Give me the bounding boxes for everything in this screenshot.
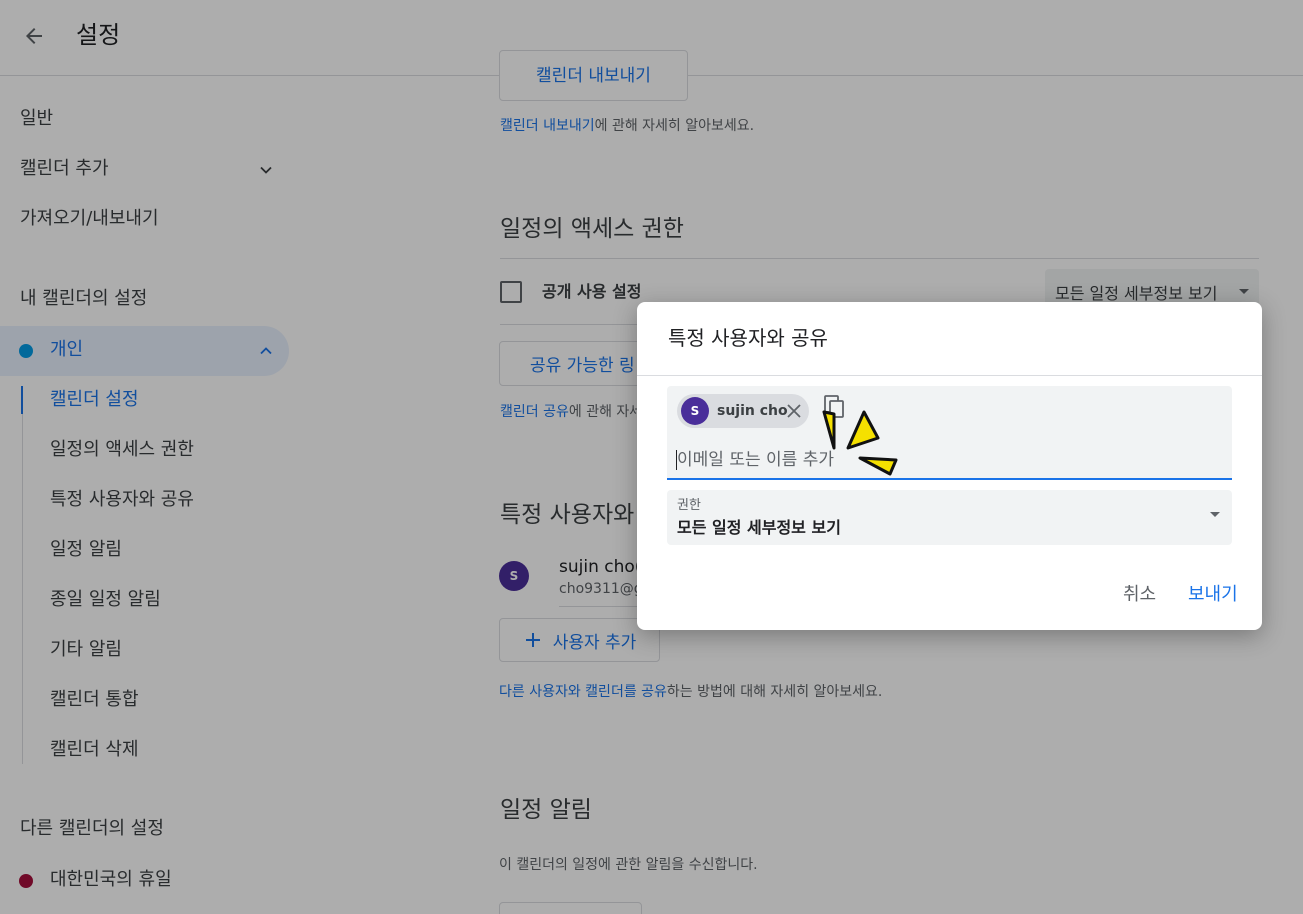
chip-avatar: S	[681, 397, 709, 425]
dropdown-arrow-icon	[1210, 512, 1220, 517]
permission-label: 권한	[677, 498, 701, 513]
cancel-button[interactable]: 취소	[1123, 583, 1156, 607]
text-caret	[676, 450, 677, 470]
send-button[interactable]: 보내기	[1188, 583, 1238, 607]
close-icon[interactable]	[785, 402, 803, 420]
email-input[interactable]	[677, 446, 1217, 474]
permission-select[interactable]: 권한 모든 일정 세부정보 보기	[667, 490, 1232, 545]
dialog-divider	[637, 375, 1262, 376]
dialog-title: 특정 사용자와 공유	[668, 326, 828, 350]
sparkle-annotation-icon	[822, 410, 898, 476]
recipients-field[interactable]: S sujin cho	[667, 386, 1232, 480]
share-dialog: 특정 사용자와 공유 S sujin cho 권한 모든 일정 세부정보 보기 …	[637, 302, 1262, 630]
recipient-chip[interactable]: S sujin cho	[677, 394, 809, 428]
permission-value: 모든 일정 세부정보 보기	[677, 518, 841, 537]
chip-label: sujin cho	[717, 403, 788, 419]
